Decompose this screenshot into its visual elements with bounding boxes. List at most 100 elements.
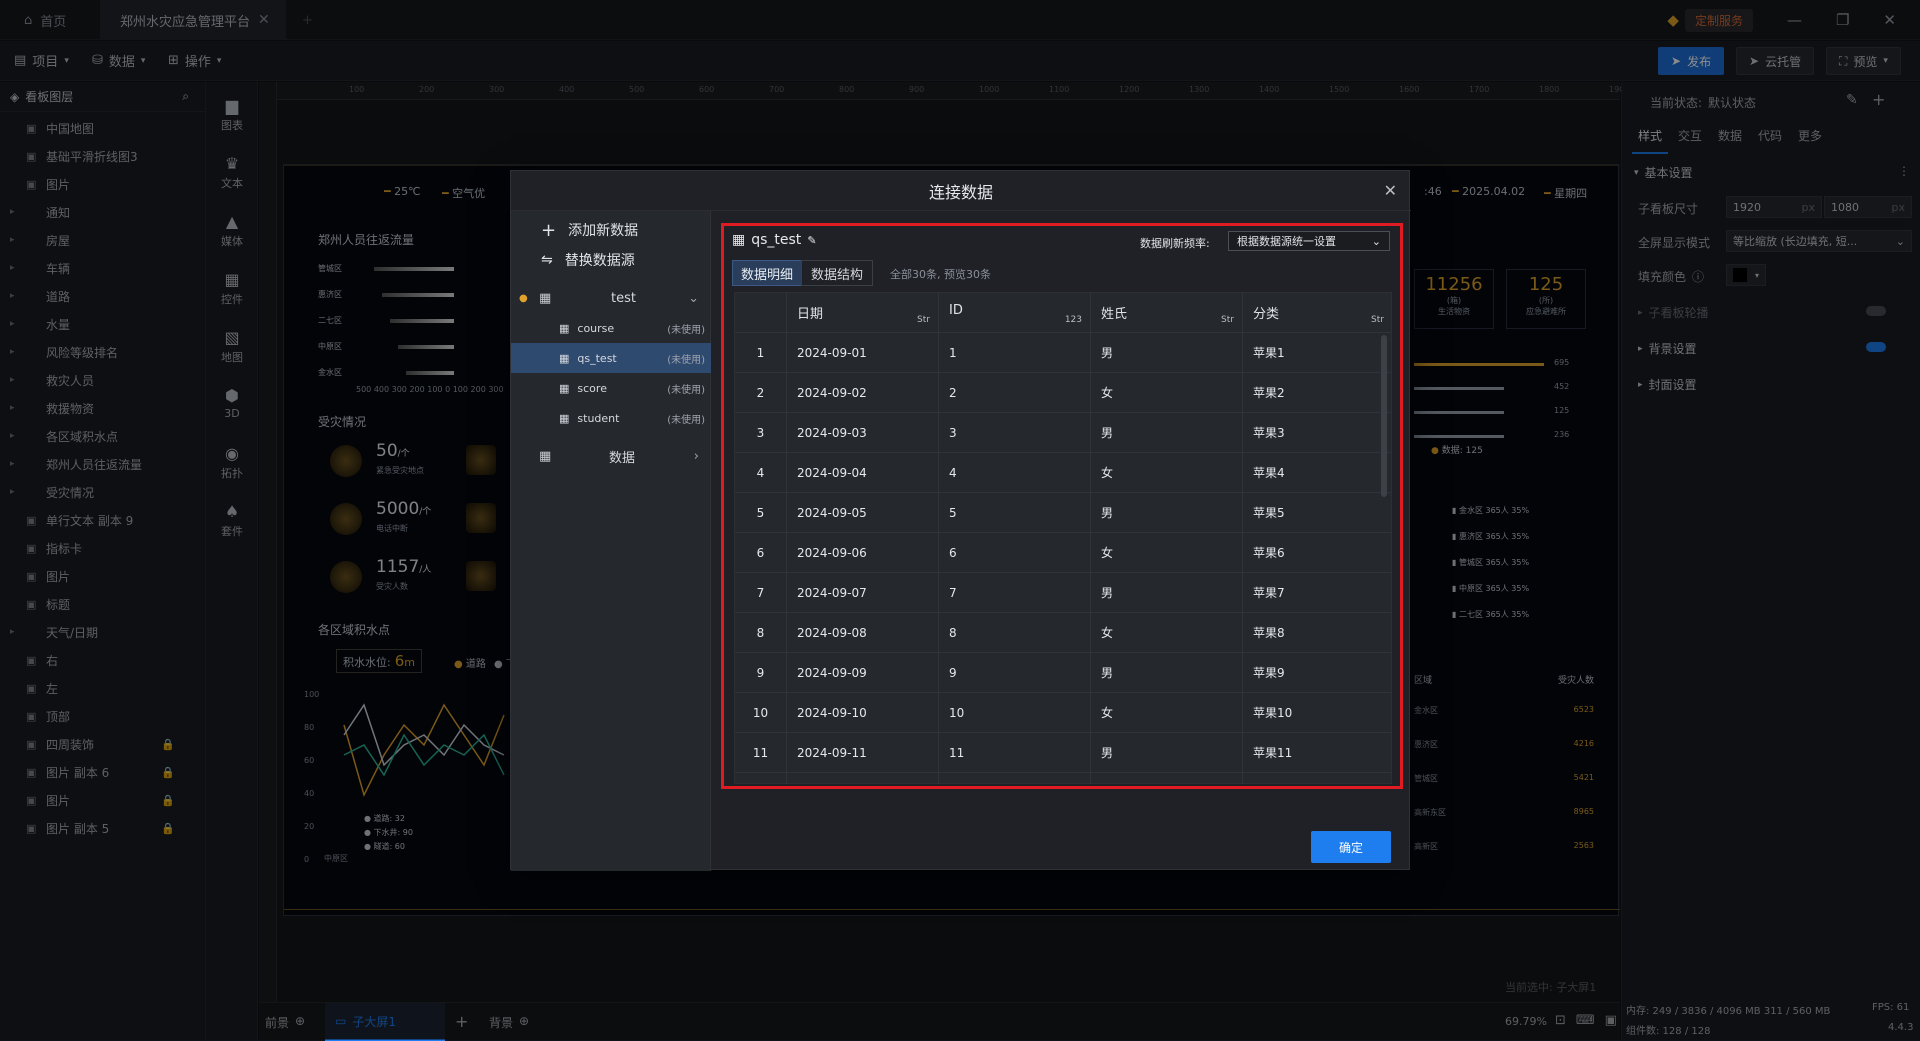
table-cell: 2 <box>939 373 1091 413</box>
datasource-item[interactable]: ▦ qs_test (未使用) <box>511 343 711 373</box>
grid-header-cell: ID 123 <box>939 293 1091 333</box>
table-cell: 女 <box>1091 453 1243 493</box>
table-cell: 男 <box>1091 333 1243 373</box>
datasource-status: (未使用) <box>667 414 705 426</box>
table-row[interactable]: 5 2024-09-05 5 男苹果5 <box>735 493 1391 533</box>
grid-header-cell: 姓氏 Str <box>1091 293 1243 333</box>
table-cell: 7 <box>939 573 1091 613</box>
row-index: 9 <box>735 653 787 693</box>
row-index: 8 <box>735 613 787 653</box>
refresh-freq-select[interactable]: 根据数据源统一设置 ⌄ <box>1228 231 1390 251</box>
table-row[interactable]: 2 2024-09-02 2 女苹果2 <box>735 373 1391 413</box>
table-cell: 2024-09-12 <box>787 773 939 783</box>
table-cell: 苹果1 <box>1243 333 1391 373</box>
chevron-right-icon: › <box>693 448 699 464</box>
table-cell: 2024-09-08 <box>787 613 939 653</box>
close-icon[interactable]: ✕ <box>1384 181 1397 200</box>
column-type: Str <box>917 315 930 325</box>
table-cell: 2024-09-07 <box>787 573 939 613</box>
table-cell: 8 <box>939 613 1091 653</box>
datasource-status: (未使用) <box>667 384 705 396</box>
group2-name: 数据 <box>609 450 636 466</box>
edit-icon[interactable]: ✎ <box>807 234 816 247</box>
table-cell: 苹果10 <box>1243 693 1391 733</box>
table-cell: 苹果5 <box>1243 493 1391 533</box>
plus-icon: + <box>541 219 557 241</box>
dataset-name: ▦ qs_test ✎ <box>732 232 817 248</box>
column-name: ID <box>949 303 963 318</box>
chevron-down-icon: ⌄ <box>688 290 699 306</box>
table-cell: 2024-09-04 <box>787 453 939 493</box>
datasource-panel: + 添加新数据 ⇋ 替换数据源 ● ▦ test ⌄ ▦ course (未使用) ▦ qs… <box>511 211 711 871</box>
datasource-name: student <box>577 411 620 425</box>
swap-icon: ⇋ <box>541 252 553 268</box>
table-cell: 女 <box>1091 613 1243 653</box>
table-cell: 男 <box>1091 573 1243 613</box>
table-cell: 2024-09-02 <box>787 373 939 413</box>
table-icon: ▦ <box>559 411 570 425</box>
refresh-freq-label: 数据刷新频率: <box>1140 237 1210 250</box>
datasource-item[interactable]: ▦ score (未使用) <box>511 373 711 403</box>
row-index: 1 <box>735 333 787 373</box>
row-count-info: 全部30条, 预览30条 <box>890 268 991 281</box>
table-cell: 男 <box>1091 733 1243 773</box>
grid-header-cell: 日期 Str <box>787 293 939 333</box>
table-row[interactable]: 8 2024-09-08 8 女苹果8 <box>735 613 1391 653</box>
datasource-item[interactable]: ▦ course (未使用) <box>511 313 711 343</box>
grid-scrollbar[interactable] <box>1381 335 1387 497</box>
table-cell: 11 <box>939 733 1091 773</box>
table-cell: 苹果11 <box>1243 733 1391 773</box>
table-icon: ▦ <box>559 321 570 335</box>
table-row[interactable]: 1 2024-09-01 1 男苹果1 <box>735 333 1391 373</box>
datasource-group-test[interactable]: ● ▦ test ⌄ <box>511 283 711 313</box>
dialog-title: 连接数据 <box>511 171 1411 211</box>
table-cell: 12 <box>939 773 1091 783</box>
table-cell: 6 <box>939 533 1091 573</box>
table-row[interactable]: 10 2024-09-10 10 女苹果10 <box>735 693 1391 733</box>
table-icon: ▦ <box>559 351 570 365</box>
table-cell: 女 <box>1091 533 1243 573</box>
table-cell: 苹果9 <box>1243 653 1391 693</box>
table-cell: 2024-09-05 <box>787 493 939 533</box>
row-index: 6 <box>735 533 787 573</box>
row-index: 12 <box>735 773 787 783</box>
tab-data-detail[interactable]: 数据明细 <box>732 260 802 286</box>
replace-source-button[interactable]: ⇋ 替换数据源 <box>511 245 711 275</box>
tab-data-structure[interactable]: 数据结构 <box>801 260 873 286</box>
column-name: 姓氏 <box>1101 307 1128 322</box>
row-index: 3 <box>735 413 787 453</box>
table-cell: 9 <box>939 653 1091 693</box>
datasource-group-data[interactable]: ▦ 数据 › <box>511 441 711 471</box>
table-icon: ▦ <box>732 232 746 248</box>
table-row[interactable]: 9 2024-09-09 9 男苹果9 <box>735 653 1391 693</box>
table-cell: 女 <box>1091 373 1243 413</box>
table-row[interactable]: 7 2024-09-07 7 男苹果7 <box>735 573 1391 613</box>
datasource-item[interactable]: ▦ student (未使用) <box>511 403 711 433</box>
table-cell: 2024-09-11 <box>787 733 939 773</box>
table-cell: 4 <box>939 453 1091 493</box>
table-cell: 2024-09-10 <box>787 693 939 733</box>
row-index: 2 <box>735 373 787 413</box>
status-dot: ● <box>519 292 528 304</box>
table-row[interactable]: 4 2024-09-04 4 女苹果4 <box>735 453 1391 493</box>
table-cell: 2024-09-01 <box>787 333 939 373</box>
row-index: 10 <box>735 693 787 733</box>
table-cell: 2024-09-09 <box>787 653 939 693</box>
table-cell: 1 <box>939 333 1091 373</box>
column-type: 123 <box>1064 315 1082 325</box>
table-cell: 5 <box>939 493 1091 533</box>
table-icon: ▦ <box>559 381 570 395</box>
table-cell: 苹果2 <box>1243 373 1391 413</box>
datasource-name: course <box>577 321 615 335</box>
datasource-name: qs_test <box>577 351 617 365</box>
add-data-button[interactable]: + 添加新数据 <box>511 215 711 245</box>
table-row[interactable]: 6 2024-09-06 6 女苹果6 <box>735 533 1391 573</box>
grid-header-cell: 分类 Str <box>1243 293 1391 333</box>
confirm-button[interactable]: 确定 <box>1311 831 1391 863</box>
table-row[interactable]: 3 2024-09-03 3 男苹果3 <box>735 413 1391 453</box>
table-cell: 苹果7 <box>1243 573 1391 613</box>
table-row[interactable]: 122024-09-1212女苹果12 <box>735 773 1391 783</box>
row-index: 5 <box>735 493 787 533</box>
column-type: Str <box>1371 315 1384 325</box>
table-row[interactable]: 11 2024-09-11 11 男苹果11 <box>735 733 1391 773</box>
